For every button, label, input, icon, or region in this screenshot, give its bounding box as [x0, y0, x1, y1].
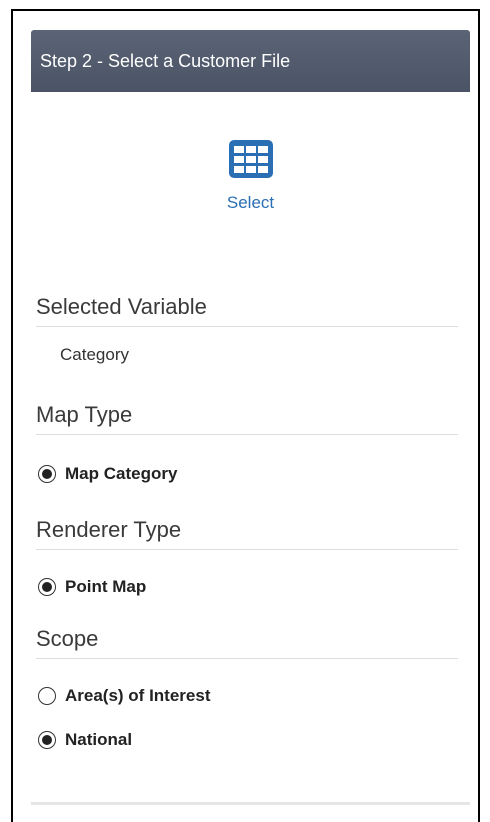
customer-file-panel: Step 2 - Select a Customer File Select S… [31, 30, 470, 805]
radio-label: Area(s) of Interest [65, 686, 211, 705]
panel-title: Step 2 - Select a Customer File [40, 51, 291, 71]
radio-point-map[interactable]: Point Map [38, 577, 146, 597]
radio-national[interactable]: National [38, 730, 132, 750]
radio-map-category[interactable]: Map Category [38, 464, 177, 484]
selected-variable-heading: Selected Variable [36, 294, 458, 327]
panel-header: Step 2 - Select a Customer File [31, 30, 470, 92]
grid-icon[interactable] [228, 140, 273, 178]
select-button[interactable]: Select [31, 193, 470, 213]
selected-variable-value: Category [60, 345, 129, 364]
renderer-type-heading: Renderer Type [36, 517, 458, 550]
scope-heading: Scope [36, 626, 458, 659]
radio-label: Point Map [65, 577, 147, 596]
radio-button-unselected[interactable] [38, 687, 56, 705]
window-frame: Step 2 - Select a Customer File Select S… [11, 9, 480, 822]
radio-label: National [65, 730, 133, 749]
select-file-area: Select [31, 140, 470, 236]
map-type-heading: Map Type [36, 402, 458, 435]
radio-areas-of-interest[interactable]: Area(s) of Interest [38, 686, 210, 706]
radio-button-selected[interactable] [38, 731, 56, 749]
panel-footer-divider [31, 802, 470, 805]
radio-label: Map Category [65, 464, 178, 483]
radio-button-selected[interactable] [38, 465, 56, 483]
radio-button-selected[interactable] [38, 578, 56, 596]
